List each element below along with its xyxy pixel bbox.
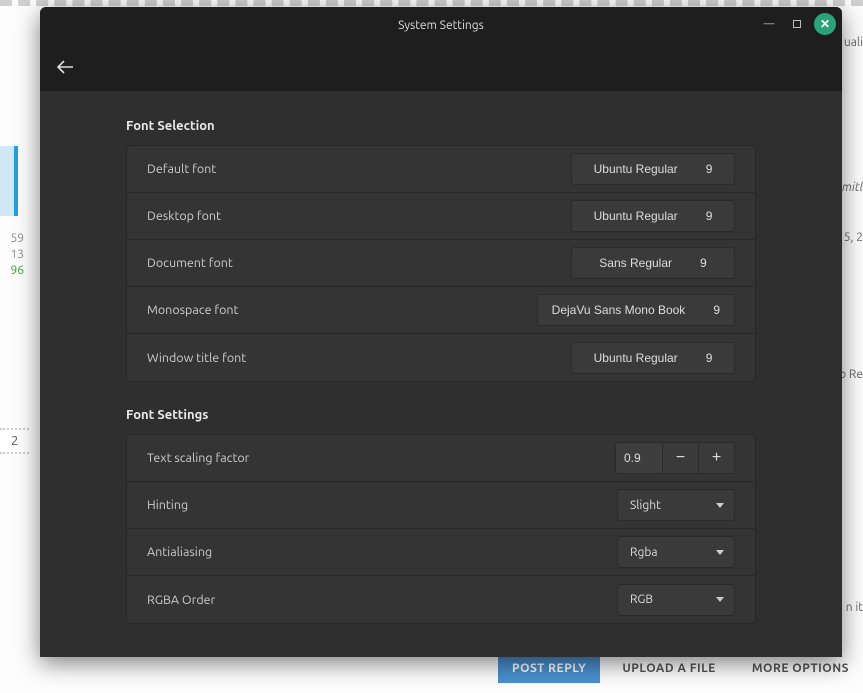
font-name: Ubuntu Regular — [594, 351, 678, 365]
settings-content[interactable]: Font Selection Default font Ubuntu Regul… — [40, 91, 842, 657]
minus-icon: − — [676, 449, 685, 467]
bg-sidebar-highlight — [0, 146, 18, 216]
row-label: Hinting — [147, 498, 188, 512]
bg-text: mitl — [842, 181, 863, 194]
scaling-spinner: − + — [615, 442, 735, 474]
row-monospace-font: Monospace font DejaVu Sans Mono Book 9 — [127, 287, 755, 334]
row-rgba-order: RGBA Order RGB — [127, 576, 755, 623]
chevron-down-icon — [716, 550, 724, 555]
row-label: Default font — [147, 162, 216, 176]
font-size: 9 — [713, 303, 720, 317]
monospace-font-button[interactable]: DejaVu Sans Mono Book 9 — [537, 294, 735, 326]
maximize-icon — [793, 20, 801, 28]
font-size: 9 — [706, 209, 713, 223]
close-button[interactable]: ✕ — [814, 13, 836, 35]
antialiasing-dropdown[interactable]: Rgba — [617, 536, 735, 568]
chevron-down-icon — [716, 503, 724, 508]
row-label: Window title font — [147, 351, 246, 365]
bg-text: n it — [846, 601, 863, 614]
system-settings-window: System Settings — ✕ Font Selection Defau… — [40, 7, 842, 657]
row-document-font: Document font Sans Regular 9 — [127, 240, 755, 287]
maximize-button[interactable] — [786, 13, 808, 35]
dropdown-value: Slight — [630, 499, 661, 512]
back-button[interactable] — [56, 60, 74, 74]
font-name: Sans Regular — [599, 256, 672, 270]
upload-file-button[interactable]: UPLOAD A FILE — [608, 654, 729, 683]
font-settings-panel: Text scaling factor − + Hinting Slight A… — [126, 434, 756, 624]
font-selection-panel: Default font Ubuntu Regular 9 Desktop fo… — [126, 145, 756, 382]
hinting-dropdown[interactable]: Slight — [617, 489, 735, 521]
row-label: RGBA Order — [147, 593, 215, 607]
row-label: Text scaling factor — [147, 451, 249, 465]
bg-text: o Re — [839, 368, 863, 381]
post-reply-button[interactable]: POST REPLY — [498, 654, 600, 683]
plus-icon: + — [712, 449, 721, 467]
rgba-order-dropdown[interactable]: RGB — [617, 584, 735, 616]
row-hinting: Hinting Slight — [127, 482, 755, 529]
row-window-title-font: Window title font Ubuntu Regular 9 — [127, 334, 755, 381]
window-controls: — ✕ — [758, 13, 836, 35]
bg-pagination[interactable]: 2 — [0, 428, 29, 454]
more-options-button[interactable]: MORE OPTIONS — [738, 654, 863, 683]
font-size: 9 — [706, 162, 713, 176]
row-desktop-font: Desktop font Ubuntu Regular 9 — [127, 193, 755, 240]
scaling-input[interactable] — [616, 443, 662, 473]
titlebar[interactable]: System Settings — ✕ — [40, 7, 842, 43]
row-label: Monospace font — [147, 303, 238, 317]
font-name: DejaVu Sans Mono Book — [552, 303, 686, 317]
chevron-down-icon — [716, 597, 724, 602]
bg-text: 5, 2 — [844, 231, 863, 244]
arrow-left-icon — [56, 60, 74, 74]
default-font-button[interactable]: Ubuntu Regular 9 — [571, 153, 735, 185]
row-label: Desktop font — [147, 209, 221, 223]
window-title-font-button[interactable]: Ubuntu Regular 9 — [571, 342, 735, 374]
row-label: Antialiasing — [147, 545, 212, 559]
font-size: 9 — [706, 351, 713, 365]
document-font-button[interactable]: Sans Regular 9 — [571, 247, 735, 279]
font-name: Ubuntu Regular — [594, 162, 678, 176]
minimize-button[interactable]: — — [758, 13, 780, 35]
section-title-font-settings: Font Settings — [126, 408, 756, 422]
bg-numbers: 59 13 96 — [0, 231, 28, 279]
bg-text: uali — [844, 36, 863, 49]
scaling-increment[interactable]: + — [698, 443, 734, 473]
dropdown-value: Rgba — [630, 546, 658, 559]
font-size: 9 — [700, 256, 707, 270]
dropdown-value: RGB — [630, 593, 653, 606]
window-title: System Settings — [398, 19, 484, 32]
close-icon: ✕ — [820, 17, 830, 31]
desktop-font-button[interactable]: Ubuntu Regular 9 — [571, 200, 735, 232]
row-default-font: Default font Ubuntu Regular 9 — [127, 146, 755, 193]
section-title-font-selection: Font Selection — [126, 119, 756, 133]
font-name: Ubuntu Regular — [594, 209, 678, 223]
bg-action-bar: POST REPLY UPLOAD A FILE MORE OPTIONS — [498, 654, 863, 683]
row-antialiasing: Antialiasing Rgba — [127, 529, 755, 576]
row-text-scaling: Text scaling factor − + — [127, 435, 755, 482]
header-toolbar — [40, 43, 842, 91]
row-label: Document font — [147, 256, 233, 270]
scaling-decrement[interactable]: − — [662, 443, 698, 473]
